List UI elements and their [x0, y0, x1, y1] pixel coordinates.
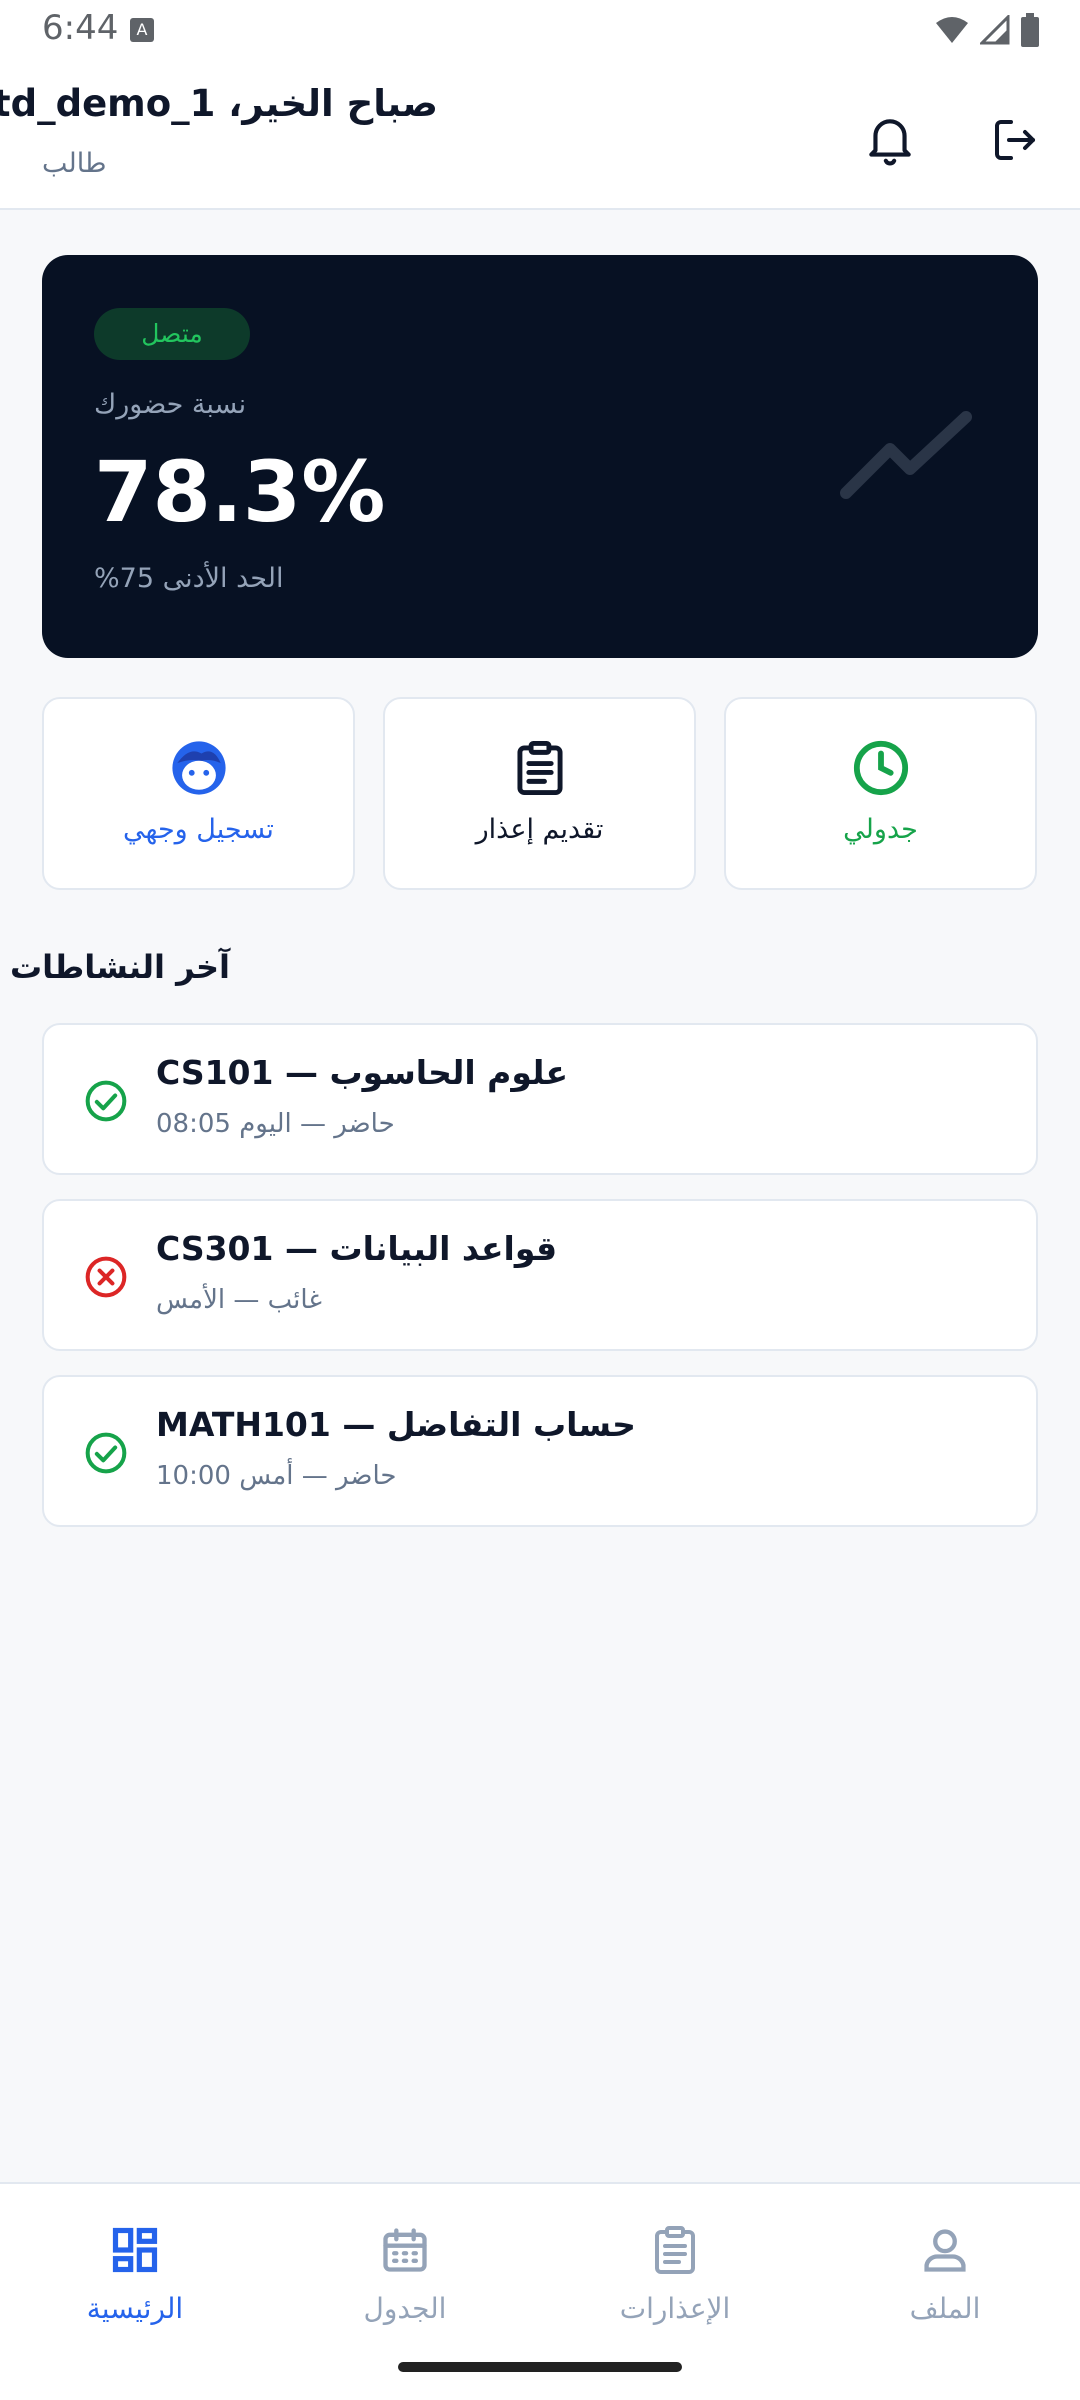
- notification-icon: A: [130, 18, 154, 42]
- activity-subtitle: حاضر — اليوم 08:05: [156, 1109, 395, 1139]
- battery-icon: [1021, 13, 1039, 47]
- face-checkin-button[interactable]: تسجيل وجهي: [42, 697, 355, 890]
- wifi-icon: [936, 17, 968, 43]
- nav-excuses-label: الإعذارات: [619, 2292, 731, 2325]
- logout-icon: [995, 120, 1035, 160]
- activity-subtitle: غائب — الأمس: [156, 1285, 322, 1315]
- activity-title: قواعد البيانات — CS301: [156, 1229, 558, 1268]
- x-circle-icon: [85, 1256, 127, 1298]
- submit-excuse-button[interactable]: تقديم إعذار: [383, 697, 696, 890]
- activity-item[interactable]: حساب التفاضل — MATH101 حاضر — أمس 10:00: [42, 1375, 1038, 1527]
- connection-status-badge: متصل: [94, 308, 250, 360]
- attendance-card: متصل نسبة حضورك 78.3% الحد الأدنى 75%: [42, 255, 1038, 658]
- activity-item[interactable]: علوم الحاسوب — CS101 حاضر — اليوم 08:05: [42, 1023, 1038, 1175]
- activity-title: حساب التفاضل — MATH101: [156, 1405, 636, 1444]
- user-role: طالب: [42, 148, 107, 179]
- check-circle-icon: [85, 1432, 127, 1474]
- submit-excuse-label: تقديم إعذار: [475, 814, 604, 845]
- gesture-home-indicator[interactable]: [398, 2362, 682, 2372]
- activity-item[interactable]: قواعد البيانات — CS301 غائب — الأمس: [42, 1199, 1038, 1351]
- attendance-label: نسبة حضورك: [94, 389, 247, 420]
- check-circle-icon: [85, 1080, 127, 1122]
- trending-up-icon: [840, 411, 972, 499]
- nav-profile-label: الملف: [909, 2292, 981, 2325]
- signal-icon: [980, 15, 1010, 45]
- bell-icon: [869, 119, 911, 166]
- nav-profile[interactable]: الملف: [810, 2204, 1080, 2334]
- nav-excuses[interactable]: الإعذارات: [540, 2204, 810, 2334]
- nav-schedule-label: الجدول: [363, 2292, 447, 2325]
- clock-icon: [853, 740, 908, 796]
- attendance-percentage: 78.3%: [94, 443, 386, 541]
- document-icon: [655, 2226, 695, 2274]
- calendar-icon: [383, 2228, 427, 2272]
- system-icons: [934, 12, 1040, 48]
- app-header: صباح الخير، std_demo_1 طالب: [0, 60, 1080, 210]
- face-icon: [171, 741, 226, 795]
- dashboard-icon: [112, 2227, 158, 2273]
- my-schedule-button[interactable]: جدولي: [724, 697, 1037, 890]
- clipboard-icon: [516, 741, 563, 795]
- my-schedule-label: جدولي: [843, 814, 918, 845]
- face-checkin-label: تسجيل وجهي: [123, 814, 274, 845]
- greeting-text: صباح الخير، std_demo_1: [0, 82, 438, 125]
- recent-activity-title: آخر النشاطات: [9, 948, 230, 986]
- app-root: 6:44 A صباح الخير، std_demo_1 طالب متصل: [0, 0, 1080, 2400]
- notifications-button[interactable]: [854, 104, 926, 176]
- activity-title: علوم الحاسوب — CS101: [156, 1053, 569, 1092]
- nav-home[interactable]: الرئيسية: [0, 2204, 270, 2334]
- status-time: 6:44: [42, 8, 119, 48]
- status-bar: 6:44 A: [0, 0, 1080, 60]
- activity-subtitle: حاضر — أمس 10:00: [156, 1461, 397, 1491]
- person-icon: [924, 2229, 966, 2272]
- logout-button[interactable]: [979, 104, 1051, 176]
- attendance-minimum: الحد الأدنى 75%: [94, 563, 284, 594]
- nav-schedule[interactable]: الجدول: [270, 2204, 540, 2334]
- nav-home-label: الرئيسية: [86, 2292, 184, 2325]
